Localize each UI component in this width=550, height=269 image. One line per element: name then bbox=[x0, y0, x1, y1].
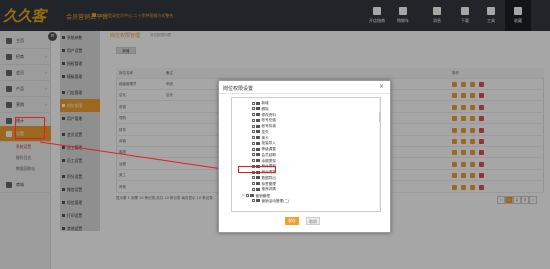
folder-icon bbox=[250, 194, 254, 198]
folder-icon bbox=[256, 187, 260, 191]
tree-node-label: 等级调整 bbox=[261, 147, 276, 151]
checkbox[interactable] bbox=[252, 118, 255, 122]
tree-node-label: 删除 bbox=[261, 106, 269, 111]
tree-node-label: 帐号充值 bbox=[261, 118, 276, 123]
checkbox[interactable] bbox=[252, 147, 255, 151]
annotation-highlight-box bbox=[238, 166, 276, 173]
checkbox[interactable] bbox=[252, 124, 255, 128]
close-icon[interactable]: × bbox=[379, 83, 384, 90]
tree-node-label: 批量导入 bbox=[261, 141, 276, 146]
folder-icon bbox=[256, 113, 260, 116]
tree-node[interactable]: 帐号充值 bbox=[248, 118, 276, 124]
checkbox[interactable] bbox=[252, 113, 255, 116]
tree-node-label: 数据导出 bbox=[261, 175, 276, 180]
tree-node-label: 帐号扣减 bbox=[261, 124, 276, 128]
folder-icon bbox=[256, 141, 260, 145]
tree-node-label: 换卡 bbox=[261, 135, 269, 140]
checkbox[interactable] bbox=[246, 194, 249, 198]
folder-icon bbox=[256, 147, 260, 151]
folder-icon bbox=[256, 118, 260, 122]
checkbox[interactable] bbox=[252, 107, 255, 111]
folder-icon bbox=[256, 101, 260, 105]
folder-icon bbox=[256, 136, 260, 139]
folder-icon bbox=[256, 199, 260, 203]
checkbox[interactable] bbox=[252, 153, 255, 157]
tree-node-label: 推荐详情 bbox=[261, 187, 276, 192]
checkbox[interactable] bbox=[252, 141, 255, 145]
tree-node[interactable]: 推荐详情 bbox=[248, 187, 276, 193]
tree-node-label: 新增 bbox=[261, 101, 269, 105]
tree-node-label: 余额提现 bbox=[261, 158, 276, 163]
folder-icon bbox=[256, 124, 260, 128]
checkbox[interactable] bbox=[252, 159, 255, 162]
tree-node[interactable]: 等级调整 bbox=[248, 147, 276, 153]
tree-node[interactable]: 批量导入 bbox=[248, 141, 276, 147]
checkbox[interactable] bbox=[252, 136, 255, 139]
tree-node[interactable]: 新增 bbox=[248, 101, 269, 107]
checkbox[interactable] bbox=[252, 182, 255, 185]
tree-node[interactable]: 会员延期 bbox=[248, 153, 276, 159]
permission-dialog: 岗位权限设置 × 新增 删除 修改资料 帐号充值 帐号扣减 挂失 换卡 批量导入 等级调整 会员延… bbox=[218, 80, 391, 233]
folder-icon bbox=[256, 159, 260, 162]
folder-icon bbox=[256, 182, 260, 185]
divider bbox=[219, 93, 390, 94]
tree-node[interactable]: ⊟ 营销管理 bbox=[242, 193, 270, 199]
folder-icon bbox=[256, 130, 260, 134]
tree-node-label: 挂失 bbox=[261, 129, 269, 134]
tree-node-label: 会员延期 bbox=[261, 152, 276, 157]
folder-icon bbox=[256, 153, 260, 157]
tree-node-label: 营销管理 bbox=[255, 193, 270, 198]
expand-icon[interactable]: ⊟ bbox=[242, 193, 245, 199]
checkbox[interactable] bbox=[252, 187, 255, 191]
tree-node[interactable]: 数据导出 bbox=[248, 176, 276, 182]
tree-node-label: 营销活动管理(二) bbox=[261, 198, 290, 203]
cancel-button[interactable]: 取消 bbox=[306, 217, 320, 225]
checkbox[interactable] bbox=[252, 176, 255, 180]
tree-node-label: 修改资料 bbox=[261, 112, 276, 117]
permission-tree: 新增 删除 修改资料 帐号充值 帐号扣减 挂失 换卡 批量导入 等级调整 会员延期 余额提现 积分提现… bbox=[231, 97, 381, 212]
tree-node[interactable]: 删除 bbox=[248, 107, 269, 113]
folder-icon bbox=[256, 107, 260, 111]
annotation-highlight bbox=[15, 117, 45, 139]
tree-node[interactable]: 营销活动管理(二) bbox=[248, 199, 289, 205]
checkbox[interactable] bbox=[252, 130, 255, 134]
checkbox[interactable] bbox=[252, 101, 255, 105]
dialog-title: 岗位权限设置 bbox=[223, 86, 254, 92]
scrollbar-thumb[interactable] bbox=[379, 112, 380, 122]
checkbox[interactable] bbox=[252, 199, 255, 203]
tree-node[interactable]: 挂失 bbox=[248, 130, 269, 136]
tree-node-label: 标签管理 bbox=[261, 181, 276, 186]
tree-node[interactable]: 帐号扣减 bbox=[248, 124, 276, 130]
folder-icon bbox=[256, 176, 260, 180]
save-button[interactable]: 保存 bbox=[285, 217, 299, 225]
